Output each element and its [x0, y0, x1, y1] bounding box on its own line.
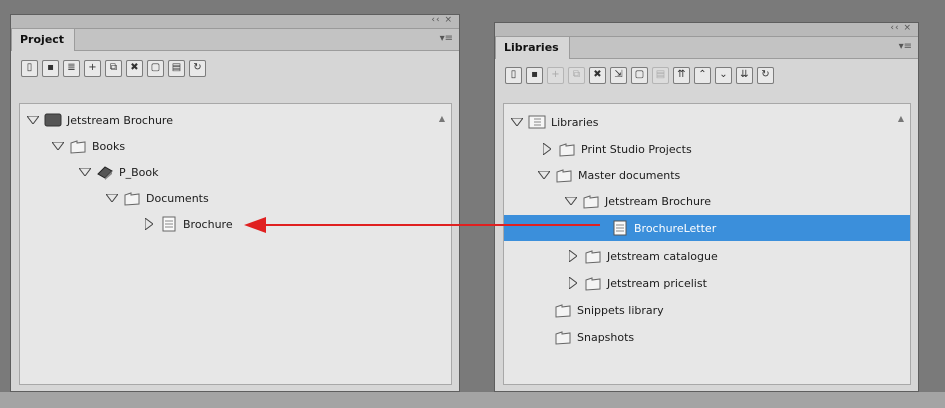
copy-icon[interactable]: ⧉ [568, 66, 585, 84]
panel-collapse-close-controls[interactable]: ‹‹ × [431, 15, 453, 25]
collapsed-triangle-icon[interactable] [142, 218, 156, 230]
libraries-toolbar: ▯ ▪ + ⧉ ✖ ⇲ ▢ ▤ ⇈ ⌃ ⌄ ⇊ ↻ [495, 59, 918, 87]
project-panel-titlebar: ‹‹ × [11, 15, 459, 29]
expanded-triangle-icon[interactable] [537, 169, 551, 181]
save-icon[interactable]: ▪ [526, 66, 543, 84]
preview-icon[interactable]: ▤ [652, 66, 669, 84]
new-page-icon[interactable]: ▢ [631, 66, 648, 84]
folder-icon [555, 167, 573, 183]
project-panel: ‹‹ × Project ▾≡ ▯ ▪ ≣ + ⧉ ✖ ▢ ▤ ↻ ▲ Jets… [10, 14, 460, 392]
folder-icon [584, 248, 602, 264]
book-icon [96, 164, 114, 180]
tree-item-label: Jetstream pricelist [607, 276, 707, 290]
tree-item-books[interactable]: Books [51, 133, 125, 159]
folder-icon [584, 275, 602, 291]
delete-icon[interactable]: ✖ [589, 66, 606, 84]
tree-item-jetstream-pricelist[interactable]: Jetstream pricelist [566, 270, 707, 296]
collapsed-triangle-icon[interactable] [566, 250, 580, 262]
move-up-icon[interactable]: ⌃ [694, 66, 711, 84]
tree-item-label: Documents [146, 191, 209, 205]
libraries-panel: ‹‹ × Libraries ▾≡ ▯ ▪ + ⧉ ✖ ⇲ ▢ ▤ ⇈ ⌃ ⌄ … [494, 22, 919, 392]
copy-icon[interactable]: ⧉ [105, 59, 122, 77]
expanded-triangle-icon[interactable] [510, 116, 524, 128]
move-down-icon[interactable]: ⌄ [715, 66, 732, 84]
expanded-triangle-icon[interactable] [105, 192, 119, 204]
document-icon [611, 220, 629, 236]
import-icon[interactable]: ⇲ [610, 66, 627, 84]
tree-item-master-documents[interactable]: Master documents [537, 162, 680, 188]
expanded-triangle-icon[interactable] [51, 140, 65, 152]
panel-menu-icon[interactable]: ▾≡ [899, 41, 912, 52]
delete-icon[interactable]: ✖ [126, 59, 143, 77]
tree-item-label: Snapshots [577, 330, 635, 344]
save-icon[interactable]: ▪ [42, 59, 59, 77]
tree-item-brochure[interactable]: Brochure [142, 211, 233, 237]
tree-item-label: Print Studio Projects [581, 142, 692, 156]
properties-icon[interactable]: ≣ [63, 59, 80, 77]
tree-item-label: Jetstream catalogue [607, 249, 718, 263]
folder-icon [554, 302, 572, 318]
tree-item-label: Snippets library [577, 303, 664, 317]
project-toolbar: ▯ ▪ ≣ + ⧉ ✖ ▢ ▤ ↻ [11, 51, 459, 85]
tree-item-documents[interactable]: Documents [105, 185, 209, 211]
tree-item-label: P_Book [119, 165, 159, 179]
document-icon [160, 216, 178, 232]
new-document-icon[interactable]: ▯ [505, 66, 522, 84]
move-bottom-icon[interactable]: ⇊ [736, 66, 753, 84]
tree-item-jetstream-catalogue[interactable]: Jetstream catalogue [566, 243, 718, 269]
tree-item-p-book[interactable]: P_Book [78, 159, 159, 185]
collapsed-triangle-icon[interactable] [540, 143, 554, 155]
refresh-icon[interactable]: ↻ [757, 66, 774, 84]
collapsed-triangle-icon[interactable] [566, 277, 580, 289]
tree-item-label: BrochureLetter [634, 221, 717, 235]
project-tree: ▲ Jetstream Brochure Books P_Book Docume… [19, 103, 452, 385]
project-tab-row: Project ▾≡ [11, 28, 459, 51]
add-icon[interactable]: + [547, 66, 564, 84]
tab-project[interactable]: Project [11, 28, 76, 51]
folder-icon [558, 141, 576, 157]
tree-item-label: Jetstream Brochure [67, 113, 173, 127]
expanded-triangle-icon[interactable] [78, 166, 92, 178]
add-icon[interactable]: + [84, 59, 101, 77]
panel-collapse-close-controls[interactable]: ‹‹ × [890, 23, 912, 33]
move-top-icon[interactable]: ⇈ [673, 66, 690, 84]
folder-icon [123, 190, 141, 206]
preview-icon[interactable]: ▤ [168, 59, 185, 77]
new-page-icon[interactable]: ▢ [147, 59, 164, 77]
tab-libraries[interactable]: Libraries [495, 36, 570, 59]
expanded-triangle-icon[interactable] [564, 195, 578, 207]
new-document-icon[interactable]: ▯ [21, 59, 38, 77]
tree-item-jetstream-brochure[interactable]: Jetstream Brochure [26, 107, 173, 133]
expanded-triangle-icon[interactable] [26, 114, 40, 126]
scroll-up-icon[interactable]: ▲ [439, 114, 445, 123]
tree-item-label: Master documents [578, 168, 681, 182]
libraries-panel-titlebar: ‹‹ × [495, 23, 918, 37]
library-icon [528, 114, 546, 130]
folder-icon [69, 138, 87, 154]
libraries-tree: ▲ Libraries Print Studio Projects Master… [503, 103, 911, 385]
tree-item-snippets-library[interactable]: Snippets library [554, 297, 664, 323]
workspace-bottom-bar [0, 392, 945, 408]
tree-item-print-studio-projects[interactable]: Print Studio Projects [540, 136, 692, 162]
tree-item-label: Books [92, 139, 126, 153]
tree-item-label: Jetstream Brochure [605, 194, 711, 208]
folder-icon [582, 193, 600, 209]
scroll-up-icon[interactable]: ▲ [898, 114, 904, 123]
tree-item-label: Brochure [183, 217, 233, 231]
tree-item-jetstream-brochure[interactable]: Jetstream Brochure [564, 188, 711, 214]
folder-icon [554, 329, 572, 345]
tree-item-label: Libraries [551, 115, 599, 129]
panel-menu-icon[interactable]: ▾≡ [440, 33, 453, 44]
tree-item-libraries[interactable]: Libraries [510, 109, 599, 135]
refresh-icon[interactable]: ↻ [189, 59, 206, 77]
tree-item-brochureletter[interactable]: BrochureLetter [504, 215, 910, 241]
book-dark-icon [44, 112, 62, 128]
tree-item-snapshots[interactable]: Snapshots [554, 324, 634, 350]
libraries-tab-row: Libraries ▾≡ [495, 36, 918, 59]
